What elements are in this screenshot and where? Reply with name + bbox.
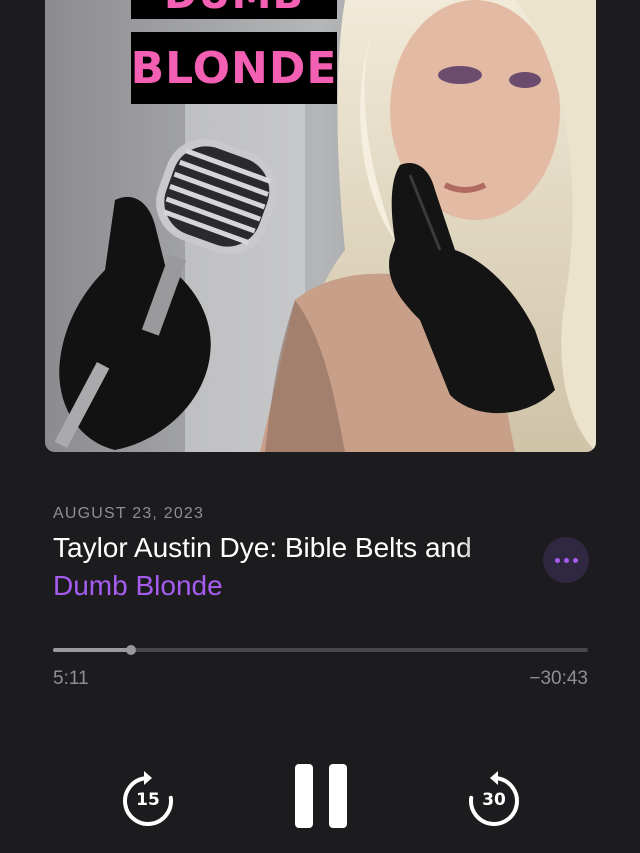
pause-icon	[295, 764, 313, 828]
playback-scrubber[interactable]	[53, 645, 588, 655]
skip-forward-seconds: 30	[482, 790, 506, 810]
show-name-link[interactable]: Dumb Blonde	[53, 570, 223, 602]
ellipsis-icon	[572, 557, 578, 563]
skip-forward-button[interactable]: 30	[467, 768, 521, 826]
ellipsis-icon	[554, 557, 560, 563]
artwork-title-line1-text: DUMB	[164, 0, 304, 18]
more-options-button[interactable]	[543, 537, 589, 583]
artwork-title-line2: BLONDE	[131, 32, 337, 104]
podcast-artwork: DUMB BLONDE	[45, 0, 596, 452]
skip-back-seconds: 15	[136, 790, 160, 810]
artwork-title-line1: DUMB	[131, 0, 337, 19]
episode-title: Taylor Austin Dye: Bible Belts and	[53, 532, 472, 563]
elapsed-time: 5:11	[53, 668, 89, 689]
scrubber-handle[interactable]	[126, 645, 137, 655]
remaining-time: −30:43	[529, 668, 588, 689]
pause-icon	[329, 764, 347, 828]
episode-date: AUGUST 23, 2023	[53, 505, 205, 522]
progress-fill	[53, 648, 132, 652]
pause-button[interactable]	[295, 764, 347, 828]
skip-back-button[interactable]: 15	[121, 768, 175, 826]
artwork-title-line2-text: BLONDE	[130, 42, 338, 94]
ellipsis-icon	[563, 557, 569, 563]
